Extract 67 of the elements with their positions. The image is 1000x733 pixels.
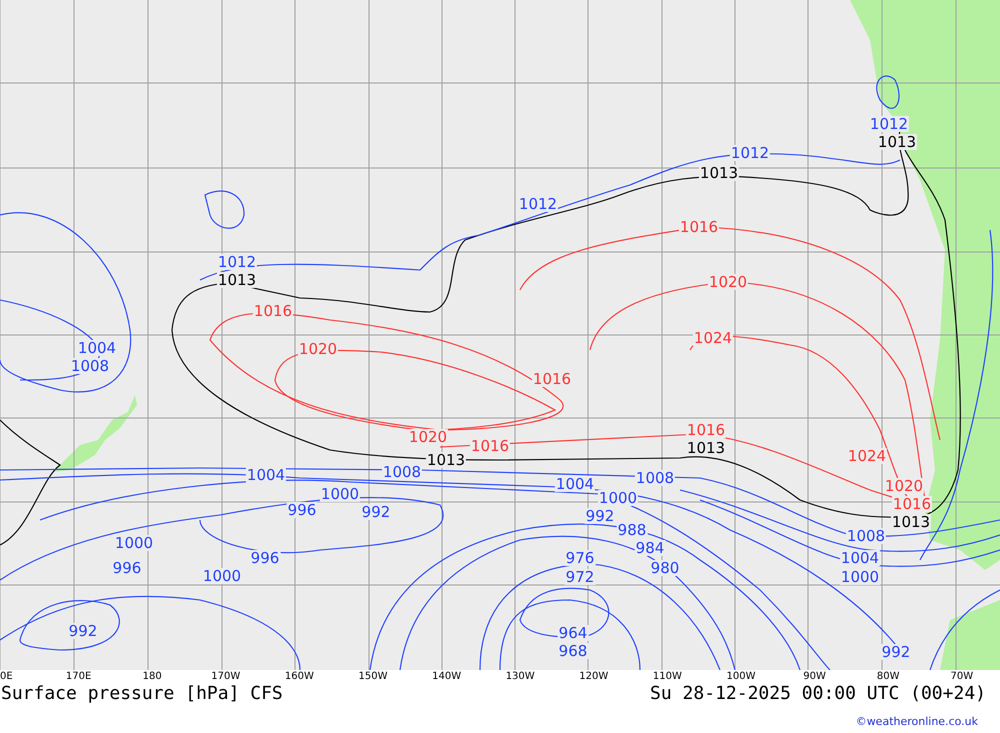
longitude-label: 100W xyxy=(726,670,756,683)
isobar-label: 992 xyxy=(584,508,616,524)
isobar-label: 996 xyxy=(112,560,142,576)
isobar-label: 1008 xyxy=(846,528,886,544)
isobar-label: 996 xyxy=(286,502,318,518)
isobar-label: 1013 xyxy=(698,165,740,181)
isobar-label: 1013 xyxy=(426,452,466,468)
isobar-label: 1016 xyxy=(678,219,720,235)
longitude-label: 150W xyxy=(358,670,388,683)
longitude-label: 160W xyxy=(284,670,314,683)
longitude-label: 130W xyxy=(506,670,535,683)
isobar-label: 1012 xyxy=(730,145,770,161)
isobar-label: 1012 xyxy=(518,196,558,212)
isobar-label: 1000 xyxy=(598,490,638,506)
chart-title: Surface pressure [hPa] CFS xyxy=(1,683,283,705)
isobar-label: 1000 xyxy=(114,535,154,551)
isobar-label: 972 xyxy=(564,569,596,585)
isobar-label: 1016 xyxy=(686,422,726,438)
isobar-label: 1004 xyxy=(246,467,286,483)
isobar-label: 1000 xyxy=(202,568,242,584)
isobar-label: 1020 xyxy=(298,341,338,357)
longitude-label: 180 xyxy=(142,670,162,683)
copyright-text: ©weatheronline.co.uk xyxy=(856,715,978,728)
isobar-label: 976 xyxy=(564,550,596,566)
longitude-label: 110W xyxy=(652,670,682,683)
isobar-label: 992 xyxy=(360,504,392,520)
isobar-label: 1012 xyxy=(868,116,910,132)
longitude-label: 120W xyxy=(579,670,608,683)
isobar-label: 1016 xyxy=(470,438,510,454)
isobar-label: 992 xyxy=(880,644,912,660)
isobar-label: 1016 xyxy=(892,496,932,512)
isobar-label: 1004 xyxy=(554,476,596,492)
isobar-label: 1012 xyxy=(216,254,258,270)
isobar-label: 964 xyxy=(558,625,588,641)
isobar-label: 1013 xyxy=(686,440,726,456)
isobar-label: 1000 xyxy=(840,569,880,585)
isobar-label: 1016 xyxy=(532,371,572,387)
land-drawing xyxy=(940,600,1000,670)
isobar-label: 1004 xyxy=(840,550,880,566)
isobar-label: 1008 xyxy=(70,358,110,374)
longitude-label: 0E xyxy=(0,670,13,683)
isobar-label: 988 xyxy=(616,522,648,538)
isobar-label: 1020 xyxy=(708,274,748,290)
isobar-label: 1013 xyxy=(890,514,932,530)
longitude-label: 170E xyxy=(66,670,92,683)
longitude-label: 140W xyxy=(432,670,462,683)
isobar-label: 1000 xyxy=(320,486,360,502)
isobar-label: 1024 xyxy=(692,330,734,346)
isobar-label: 1013 xyxy=(876,134,918,150)
isobar-label: 968 xyxy=(558,643,588,659)
longitude-label: 170W xyxy=(211,670,240,683)
isobar-label: 1008 xyxy=(634,470,676,486)
isobar-label: 992 xyxy=(68,623,98,639)
isobar-label: 1013 xyxy=(216,272,258,288)
isobar-label: 1020 xyxy=(408,429,448,445)
longitude-label: 80W xyxy=(876,670,900,683)
isobar-label: 980 xyxy=(650,560,680,576)
isobar-label: 1020 xyxy=(884,478,924,494)
isobar-label: 1004 xyxy=(76,340,118,356)
isobar-label: 1024 xyxy=(846,448,888,464)
isobar-label: 996 xyxy=(250,550,280,566)
isobar-label: 1008 xyxy=(382,464,422,480)
isobar-label: 1016 xyxy=(252,303,294,319)
isobar-label: 984 xyxy=(634,540,666,556)
longitude-label: 70W xyxy=(950,670,974,683)
longitude-label: 90W xyxy=(803,670,826,683)
valid-time: Su 28-12-2025 00:00 UTC (00+24) xyxy=(650,683,986,705)
